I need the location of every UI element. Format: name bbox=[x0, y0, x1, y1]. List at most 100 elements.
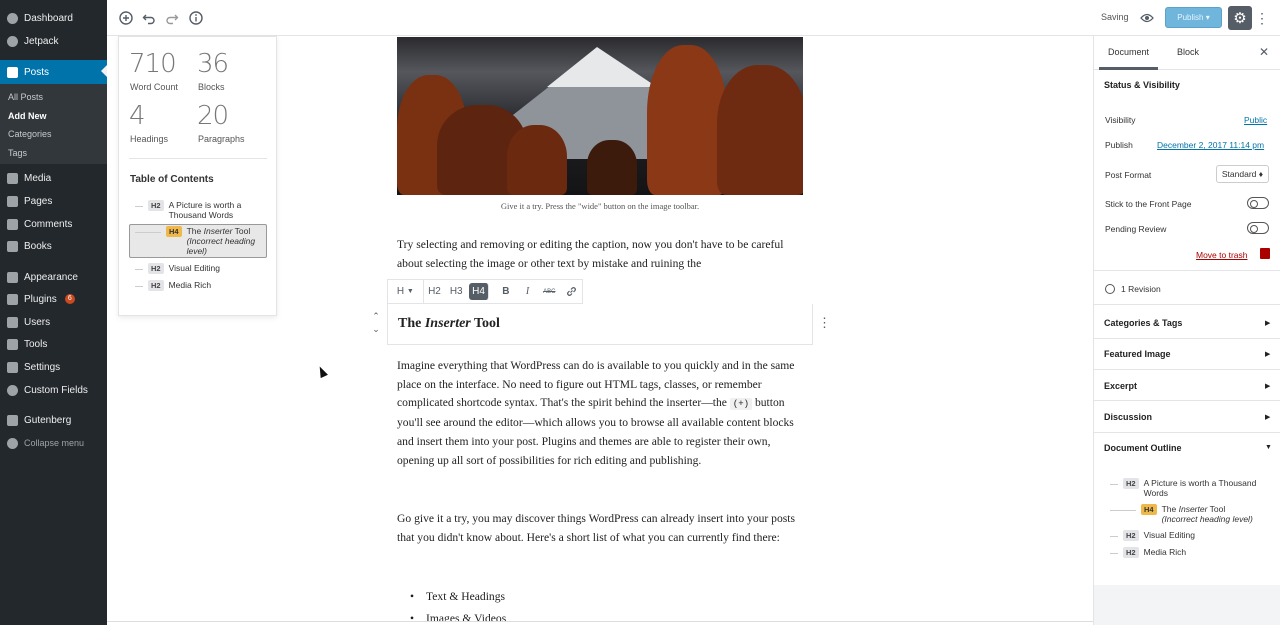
panel-categories-tags[interactable]: Categories & Tags bbox=[1104, 318, 1182, 328]
sidebar-item-pages[interactable]: Pages bbox=[0, 190, 107, 212]
trash-icon[interactable] bbox=[1260, 248, 1270, 259]
toc-item[interactable]: H2 Visual Editing bbox=[135, 263, 265, 274]
sidebar-item-posts[interactable]: Posts bbox=[0, 60, 107, 84]
sidebar-item-media[interactable]: Media bbox=[0, 167, 107, 189]
sidebar-item-jetpack[interactable]: Jetpack bbox=[0, 30, 107, 52]
outline-connector bbox=[1110, 510, 1136, 511]
toc-item[interactable]: H4 The Inserter Tool (Incorrect heading le… bbox=[135, 226, 265, 256]
heading-dropdown-label: H bbox=[396, 286, 405, 297]
sidebar-item-plugins[interactable]: Plugins 6 bbox=[0, 288, 107, 310]
panel-featured-image[interactable]: Featured Image bbox=[1104, 349, 1171, 359]
sidebar-item-gutenberg[interactable]: Gutenberg bbox=[0, 409, 107, 431]
bold-button[interactable]: B bbox=[495, 279, 517, 304]
move-up-button[interactable]: ⌃ bbox=[370, 311, 382, 323]
heading-h3-button[interactable]: H3 bbox=[445, 279, 467, 304]
toc-item[interactable]: H2 A Picture is worth a Thousand Words bbox=[135, 200, 265, 220]
publish-button[interactable]: Publish ▾ bbox=[1165, 7, 1222, 28]
post-format-select[interactable]: Standard ♦ bbox=[1216, 165, 1269, 183]
sidebar-item-comments[interactable]: Comments bbox=[0, 213, 107, 235]
app-window: Dashboard Jetpack Posts All Posts Add Ne… bbox=[0, 0, 1280, 625]
heading-text-italic: Inserter bbox=[424, 316, 471, 331]
publish-date-link[interactable]: December 2, 2017 11:14 pm bbox=[1157, 140, 1264, 150]
info-button[interactable] bbox=[187, 9, 205, 27]
link-button[interactable] bbox=[560, 279, 582, 304]
more-menu-button[interactable]: ⋮ bbox=[1255, 8, 1269, 28]
paragraphs-label: Paragraphs bbox=[198, 134, 245, 144]
tab-block[interactable]: Block bbox=[1177, 47, 1199, 57]
sidebar-item-dashboard[interactable]: Dashboard bbox=[0, 7, 107, 29]
panel-status-visibility[interactable]: Status & Visibility bbox=[1104, 80, 1180, 90]
mountain-image[interactable] bbox=[397, 37, 803, 195]
outline-connector bbox=[1110, 484, 1118, 485]
tab-document[interactable]: Document bbox=[1098, 47, 1159, 70]
link-icon bbox=[566, 287, 576, 296]
list-block[interactable]: Text & Headings Images & Videos bbox=[410, 586, 506, 625]
italic-button[interactable]: I bbox=[517, 279, 539, 304]
strikethrough-button[interactable]: ABC bbox=[538, 279, 560, 304]
settings-icon bbox=[7, 361, 18, 373]
heading-level-badge: H2 bbox=[148, 200, 164, 211]
paragraph-block[interactable]: Imagine everything that WordPress can do… bbox=[397, 357, 807, 470]
content-structure-popover: 710 Word Count 36 Blocks 4 Headings 20 P… bbox=[118, 36, 277, 316]
paragraph-block[interactable]: Go give it a try, you may discover thing… bbox=[397, 510, 807, 547]
sticky-label: Stick to the Front Page bbox=[1105, 199, 1192, 209]
collapse-icon bbox=[7, 437, 18, 449]
redo-button[interactable] bbox=[163, 9, 181, 27]
submenu-categories[interactable]: Categories bbox=[8, 129, 52, 139]
close-icon[interactable]: ✕ bbox=[1259, 45, 1269, 59]
heading-h4-button[interactable]: H4 bbox=[469, 283, 489, 300]
pending-review-toggle[interactable] bbox=[1247, 222, 1269, 234]
outline-item[interactable]: H4 The Inserter Tool (Incorrect heading le… bbox=[1110, 504, 1280, 524]
tree-shape bbox=[717, 65, 803, 195]
admin-sidebar: Dashboard Jetpack Posts All Posts Add Ne… bbox=[0, 0, 107, 625]
paragraph-block[interactable]: Try selecting and removing or editing th… bbox=[397, 236, 807, 274]
sidebar-item-books[interactable]: Books bbox=[0, 235, 107, 257]
preview-button[interactable] bbox=[1138, 9, 1156, 27]
panel-document-outline[interactable]: Document Outline bbox=[1104, 443, 1182, 453]
sidebar-item-label: Custom Fields bbox=[24, 384, 88, 396]
toc-item-text: A Picture is worth a Thousand Words bbox=[168, 200, 242, 220]
outline-item[interactable]: H2 Visual Editing bbox=[1110, 530, 1270, 541]
outline-item-text: Media Rich bbox=[1143, 547, 1187, 557]
move-down-button[interactable]: ⌄ bbox=[370, 324, 382, 336]
heading-h2-button[interactable]: H2 bbox=[424, 279, 446, 304]
sidebar-item-label: Settings bbox=[24, 361, 61, 373]
sidebar-item-custom-fields[interactable]: Custom Fields bbox=[0, 379, 107, 401]
panel-excerpt[interactable]: Excerpt bbox=[1104, 381, 1137, 391]
submenu-add-new[interactable]: Add New bbox=[8, 111, 47, 121]
divider bbox=[1094, 270, 1280, 271]
move-to-trash-link[interactable]: Move to trash bbox=[1196, 250, 1248, 260]
block-settings-menu[interactable]: ⋮ bbox=[818, 314, 831, 332]
heading-block[interactable]: The Inserter Tool bbox=[387, 304, 813, 345]
sidebar-item-settings[interactable]: Settings bbox=[0, 356, 107, 378]
outline-item[interactable]: H2 A Picture is worth a Thousand Words bbox=[1110, 478, 1270, 498]
outline-item[interactable]: H2 Media Rich bbox=[1110, 547, 1270, 558]
heading-level-badge: H2 bbox=[1123, 478, 1139, 489]
posts-submenu: All Posts Add New Categories Tags bbox=[0, 84, 107, 164]
sidebar-item-label: Collapse menu bbox=[24, 438, 85, 448]
sidebar-item-label: Comments bbox=[24, 218, 73, 230]
collapse-menu-button[interactable]: Collapse menu bbox=[0, 432, 107, 454]
sidebar-item-tools[interactable]: Tools bbox=[0, 333, 107, 355]
outline-item-text: A Picture is worth a Thousand Words bbox=[1143, 478, 1257, 498]
sidebar-item-users[interactable]: Users bbox=[0, 311, 107, 333]
divider bbox=[1094, 369, 1280, 370]
heading-text[interactable]: The Inserter Tool bbox=[398, 316, 500, 332]
revisions-link[interactable]: 1 Revision bbox=[1121, 284, 1161, 294]
eye-icon bbox=[1140, 13, 1154, 23]
headings-label: Headings bbox=[130, 134, 169, 144]
settings-toggle-button[interactable]: ⚙ bbox=[1228, 6, 1252, 30]
panel-discussion[interactable]: Discussion bbox=[1104, 412, 1152, 422]
toc-item[interactable]: H2 Media Rich bbox=[135, 280, 265, 291]
toc-item-text: Media Rich bbox=[168, 280, 212, 290]
visibility-link[interactable]: Public bbox=[1244, 115, 1267, 125]
pages-icon bbox=[7, 195, 18, 207]
submenu-tags[interactable]: Tags bbox=[8, 148, 27, 158]
submenu-all-posts[interactable]: All Posts bbox=[8, 92, 43, 102]
sticky-toggle[interactable] bbox=[1247, 197, 1269, 209]
sidebar-item-appearance[interactable]: Appearance bbox=[0, 266, 107, 288]
image-caption[interactable]: Give it a try. Press the "wide" button o… bbox=[397, 201, 803, 211]
heading-level-dropdown[interactable]: H ▼ bbox=[388, 279, 424, 304]
undo-button[interactable] bbox=[140, 9, 158, 27]
add-block-button[interactable] bbox=[117, 9, 135, 27]
